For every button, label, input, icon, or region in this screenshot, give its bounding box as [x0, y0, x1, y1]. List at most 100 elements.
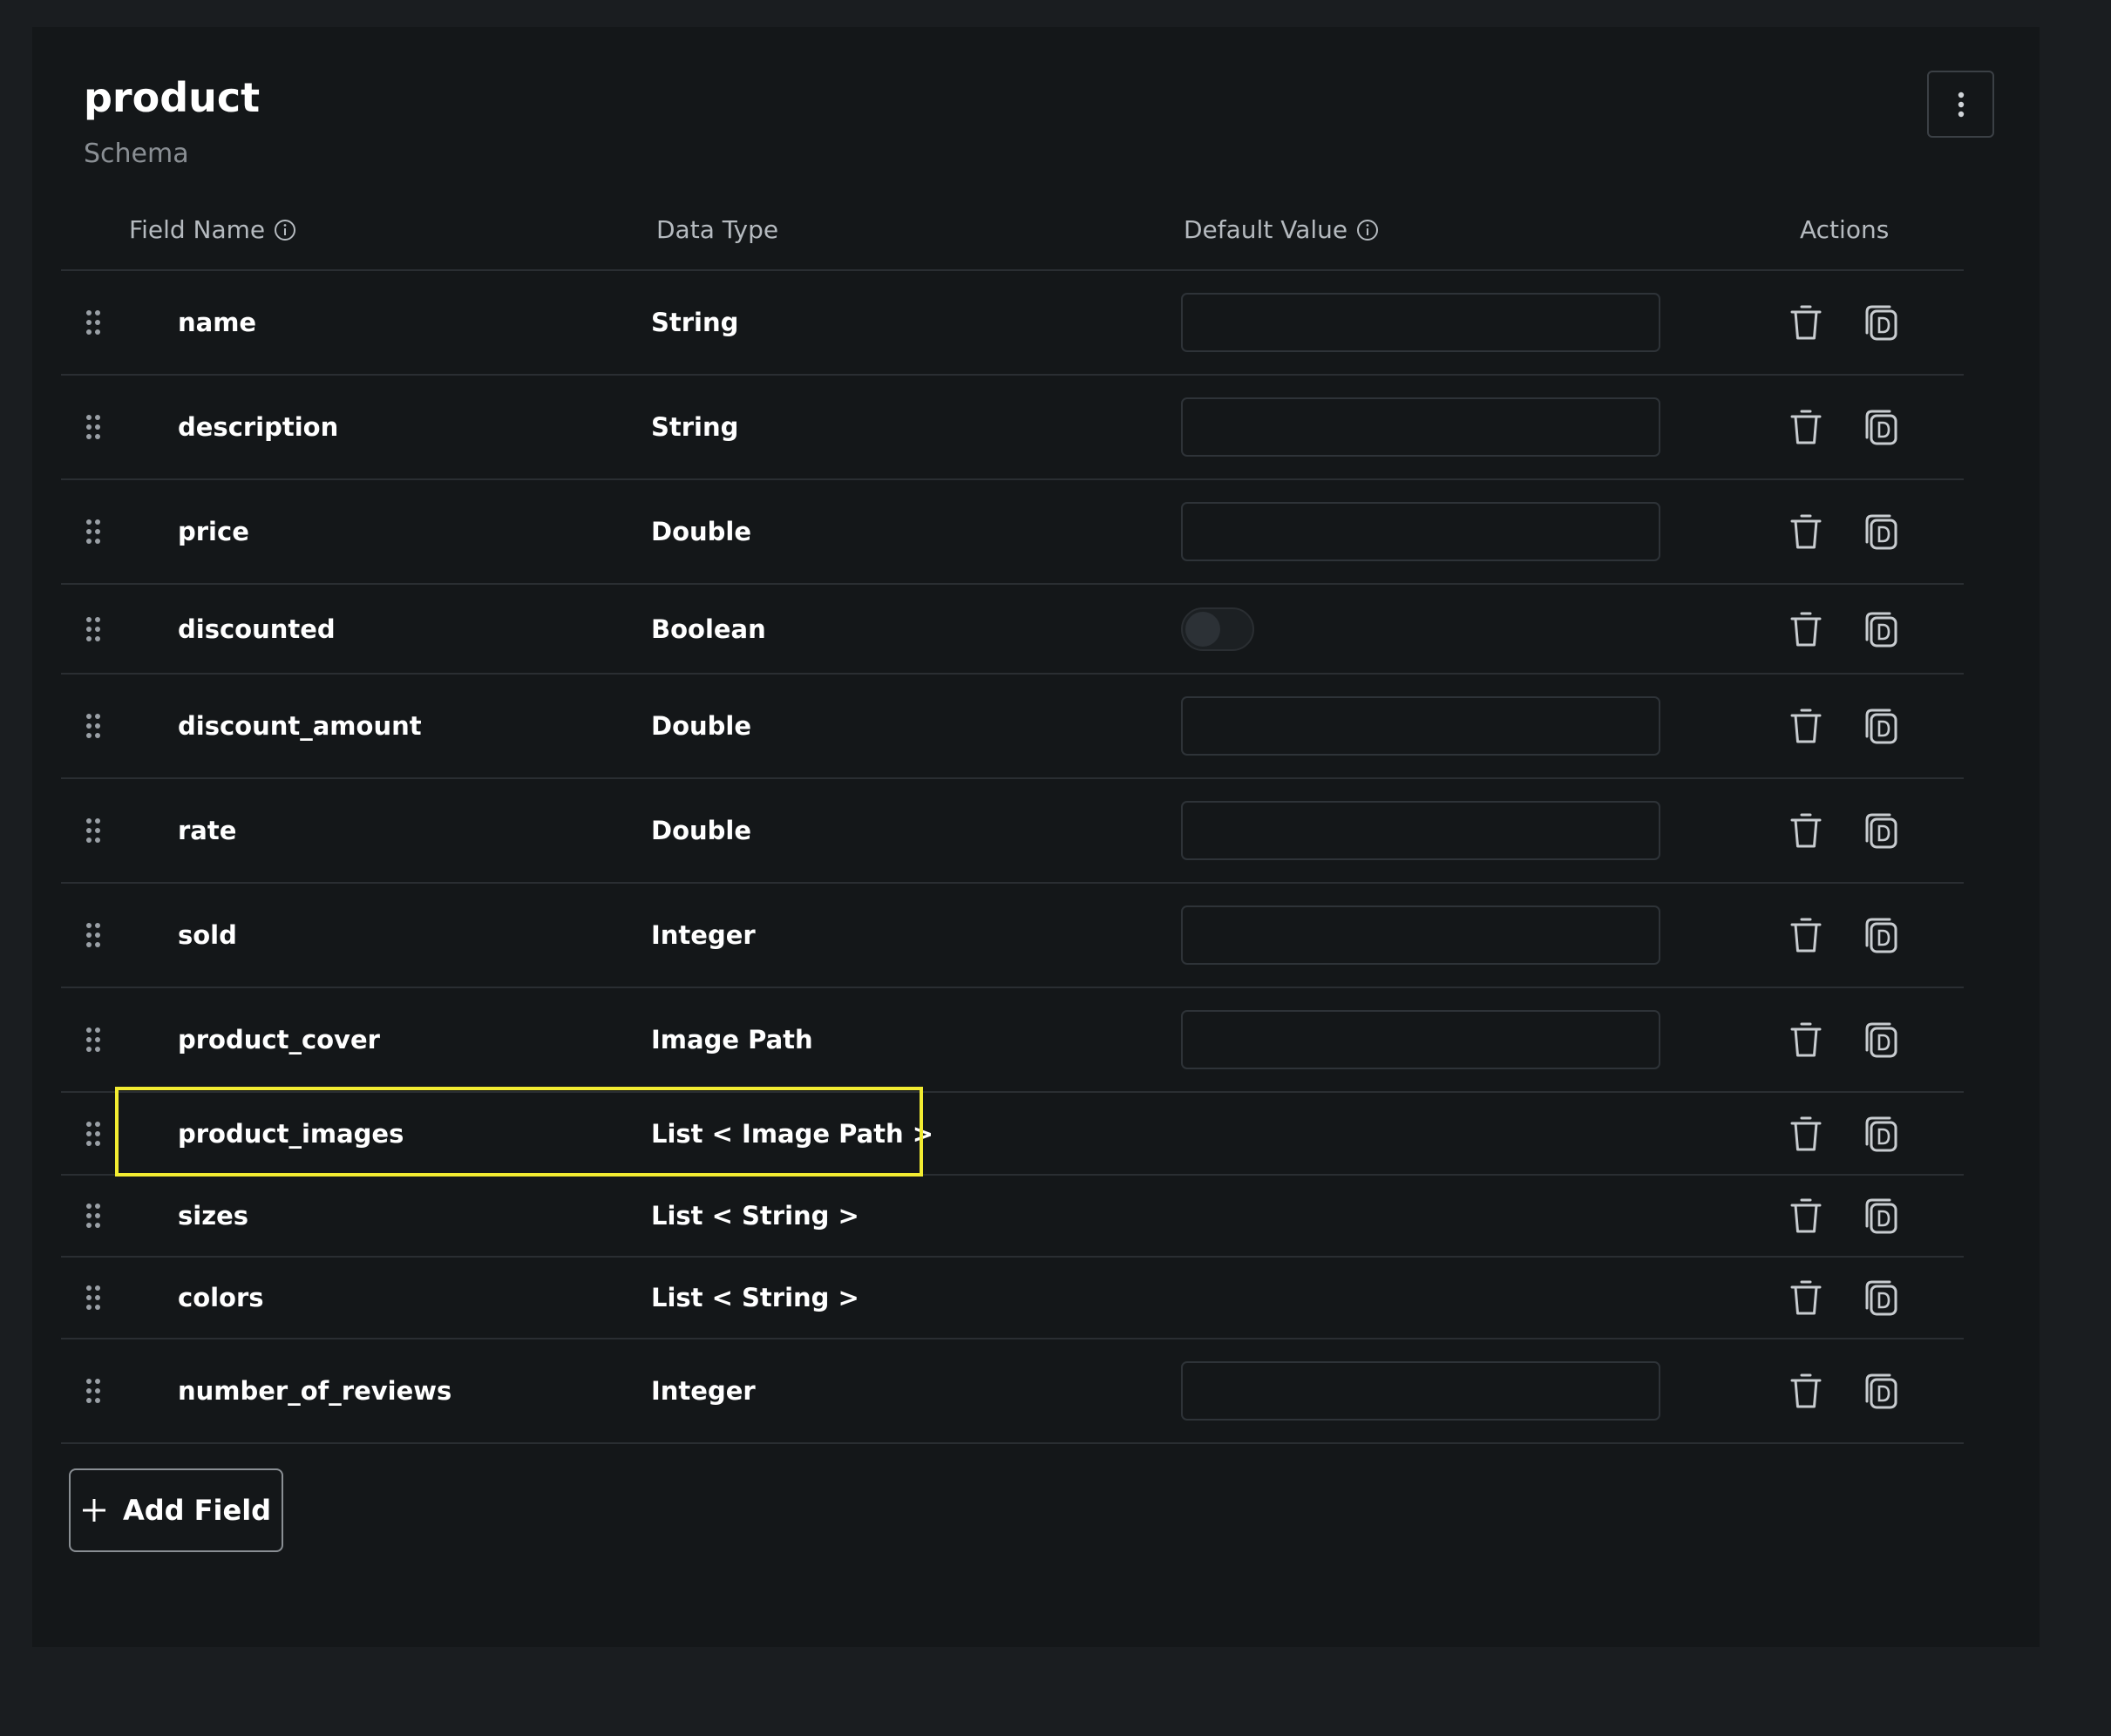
table-row: colors List < String > — [61, 1258, 1964, 1339]
duplicate-icon[interactable] — [1860, 406, 1898, 448]
field-data-type: Boolean — [651, 614, 766, 644]
table-row: description String — [61, 376, 1964, 480]
trash-icon[interactable] — [1787, 1370, 1825, 1412]
field-name: product_cover — [178, 1025, 380, 1054]
trash-icon[interactable] — [1787, 302, 1825, 343]
table-row: discount_amount Double — [61, 675, 1964, 779]
field-name: name — [178, 308, 257, 337]
duplicate-icon[interactable] — [1860, 1113, 1898, 1155]
drag-handle-icon[interactable] — [85, 1339, 101, 1442]
default-value-input[interactable] — [1181, 801, 1660, 860]
trash-icon[interactable] — [1787, 1195, 1825, 1237]
duplicate-icon[interactable] — [1860, 511, 1898, 553]
table-row: sizes List < String > — [61, 1176, 1964, 1258]
trash-icon[interactable] — [1787, 1019, 1825, 1061]
trash-icon[interactable] — [1787, 705, 1825, 747]
drag-handle-icon[interactable] — [85, 376, 101, 478]
field-name: discount_amount — [178, 711, 422, 741]
table-row: discounted Boolean — [61, 585, 1964, 675]
table-body: name String description String price Double di… — [61, 271, 1964, 1444]
drag-handle-icon[interactable] — [85, 1176, 101, 1256]
field-data-type: Double — [651, 816, 752, 845]
default-value-cell — [1181, 884, 1660, 987]
default-value-input[interactable] — [1181, 905, 1660, 965]
default-value-cell — [1181, 988, 1660, 1091]
drag-handle-icon[interactable] — [85, 779, 101, 882]
field-data-type: Image Path — [651, 1025, 813, 1054]
row-actions — [1787, 585, 1898, 673]
column-header-data-type: Data Type — [656, 215, 779, 244]
row-actions — [1787, 884, 1898, 987]
column-header-default-value-label: Default Value — [1184, 215, 1348, 244]
table-header: Field Name Data Type Default Value Actio… — [61, 193, 1964, 271]
drag-handle-icon[interactable] — [85, 585, 101, 673]
field-data-type: List < Image Path > — [651, 1118, 934, 1149]
schema-table: Field Name Data Type Default Value Actio… — [61, 193, 1964, 1444]
add-field-label: Add Field — [122, 1494, 272, 1527]
duplicate-icon[interactable] — [1860, 1019, 1898, 1061]
default-value-cell — [1181, 779, 1660, 882]
trash-icon[interactable] — [1787, 810, 1825, 851]
field-name: product_images — [178, 1118, 404, 1149]
default-value-cell — [1181, 1339, 1660, 1442]
drag-handle-icon[interactable] — [85, 1093, 101, 1174]
duplicate-icon[interactable] — [1860, 302, 1898, 343]
row-actions — [1787, 271, 1898, 374]
row-actions — [1787, 988, 1898, 1091]
duplicate-icon[interactable] — [1860, 1370, 1898, 1412]
default-value-cell — [1181, 585, 1254, 673]
drag-handle-icon[interactable] — [85, 271, 101, 374]
default-value-input[interactable] — [1181, 1361, 1660, 1421]
duplicate-icon[interactable] — [1860, 810, 1898, 851]
duplicate-icon[interactable] — [1860, 914, 1898, 956]
row-actions — [1787, 675, 1898, 777]
row-actions — [1787, 1093, 1898, 1174]
add-field-button[interactable]: Add Field — [69, 1468, 283, 1552]
trash-icon[interactable] — [1787, 1113, 1825, 1155]
default-value-input[interactable] — [1181, 397, 1660, 457]
row-actions — [1787, 779, 1898, 882]
drag-handle-icon[interactable] — [85, 675, 101, 777]
field-name: sold — [178, 920, 237, 950]
default-value-cell — [1181, 376, 1660, 478]
field-data-type: String — [651, 308, 739, 337]
page-subtitle: Schema — [84, 139, 189, 169]
field-data-type: Double — [651, 711, 752, 741]
more-options-button[interactable] — [1927, 71, 1994, 138]
duplicate-icon[interactable] — [1860, 1195, 1898, 1237]
duplicate-icon[interactable] — [1860, 608, 1898, 650]
drag-handle-icon[interactable] — [85, 884, 101, 987]
drag-handle-icon[interactable] — [85, 1258, 101, 1338]
field-name: discounted — [178, 614, 336, 644]
table-row: product_cover Image Path — [61, 988, 1964, 1093]
trash-icon[interactable] — [1787, 608, 1825, 650]
info-icon[interactable] — [1356, 219, 1379, 241]
table-row: name String — [61, 271, 1964, 376]
field-data-type: Integer — [651, 920, 756, 950]
default-value-toggle[interactable] — [1181, 607, 1254, 651]
page-title: product — [84, 74, 261, 121]
duplicate-icon[interactable] — [1860, 705, 1898, 747]
table-row: rate Double — [61, 779, 1964, 884]
trash-icon[interactable] — [1787, 511, 1825, 553]
default-value-input[interactable] — [1181, 1010, 1660, 1069]
drag-handle-icon[interactable] — [85, 988, 101, 1091]
info-icon[interactable] — [274, 219, 296, 241]
trash-icon[interactable] — [1787, 914, 1825, 956]
default-value-input[interactable] — [1181, 696, 1660, 756]
row-actions — [1787, 1339, 1898, 1442]
row-actions — [1787, 1258, 1898, 1338]
duplicate-icon[interactable] — [1860, 1277, 1898, 1319]
trash-icon[interactable] — [1787, 406, 1825, 448]
vertical-dots-icon — [1958, 92, 1964, 117]
default-value-input[interactable] — [1181, 502, 1660, 561]
default-value-input[interactable] — [1181, 293, 1660, 352]
row-actions — [1787, 480, 1898, 583]
drag-handle-icon[interactable] — [85, 480, 101, 583]
table-row: product_images List < Image Path > — [61, 1093, 1964, 1176]
column-header-field-name: Field Name — [129, 218, 296, 242]
field-name: colors — [178, 1283, 264, 1312]
field-name: sizes — [178, 1201, 249, 1231]
trash-icon[interactable] — [1787, 1277, 1825, 1319]
field-name: description — [178, 412, 339, 442]
